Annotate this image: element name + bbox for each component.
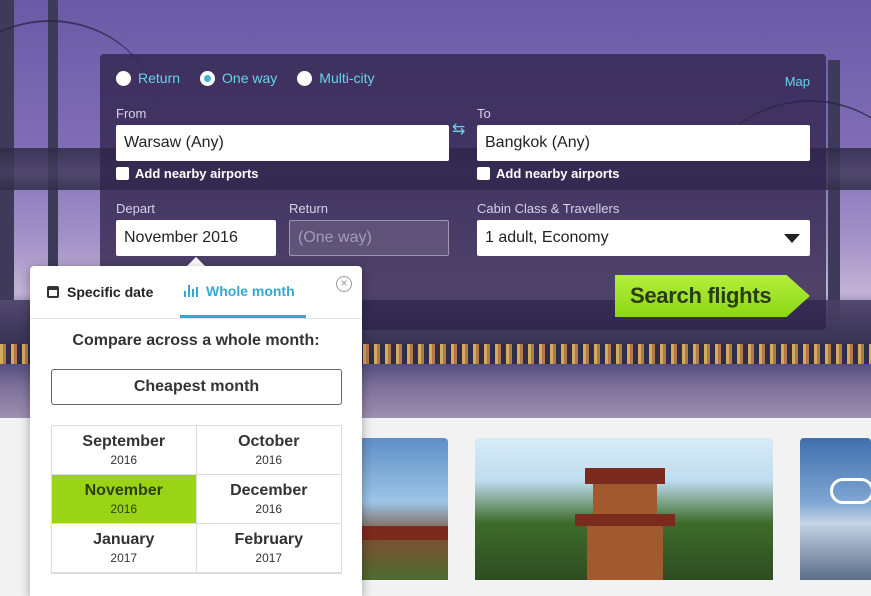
month-year: 2016: [110, 453, 138, 467]
month-name: November: [84, 482, 163, 499]
trip-type-return[interactable]: Return: [116, 70, 180, 86]
month-year: 2017: [110, 551, 138, 565]
month-year: 2017: [255, 551, 283, 565]
date-picker-tabs: Specific date Whole month ×: [30, 266, 362, 319]
trip-type-one-way[interactable]: One way: [200, 70, 277, 86]
month-name: February: [234, 531, 303, 548]
destination-card[interactable]: [800, 438, 871, 580]
compare-title: Compare across a whole month:: [72, 332, 320, 349]
checkbox-box[interactable]: [116, 167, 129, 180]
search-flights-button[interactable]: Search flights: [615, 275, 810, 317]
tab-label: Whole month: [206, 282, 295, 299]
depart-value: November 2016: [124, 229, 238, 246]
multi-city-radio[interactable]: [297, 70, 313, 86]
trip-type-label: One way: [222, 70, 278, 86]
return-input: (One way): [289, 220, 449, 256]
month-cell[interactable]: December 2016: [196, 475, 341, 524]
pagoda-upper: [593, 484, 657, 514]
depart-label: Depart: [116, 201, 156, 216]
month-cell[interactable]: January 2017: [52, 524, 197, 573]
destination-card[interactable]: [475, 438, 773, 580]
checkbox-box[interactable]: [477, 167, 490, 180]
close-icon[interactable]: ×: [336, 276, 352, 292]
month-year: 2016: [255, 502, 283, 516]
from-input[interactable]: Warsaw (Any): [116, 125, 449, 161]
month-cell-selected[interactable]: November 2016: [52, 475, 197, 524]
tab-label: Specific date: [67, 284, 154, 300]
chevron-down-icon: [784, 234, 800, 243]
nearby-airports-from-checkbox[interactable]: Add nearby airports: [116, 166, 259, 181]
cabin-class-select[interactable]: 1 adult, Economy: [477, 220, 810, 256]
nearby-airports-to-checkbox[interactable]: Add nearby airports: [477, 166, 620, 181]
month-name: January: [93, 531, 155, 548]
to-input[interactable]: Bangkok (Any): [477, 125, 810, 161]
return-radio[interactable]: [116, 70, 131, 86]
pagoda-roof: [585, 468, 665, 484]
trip-type-label: Multi-city: [319, 70, 375, 86]
cabin-class-value: 1 adult, Economy: [485, 229, 609, 246]
cheapest-month-button[interactable]: Cheapest month: [51, 369, 342, 405]
date-picker-popup: Specific date Whole month × Compare acro…: [30, 266, 362, 596]
month-cell[interactable]: October 2016: [196, 426, 341, 475]
checkbox-label: Add nearby airports: [496, 166, 620, 181]
trip-type-selector: Return One way Multi-city: [116, 70, 395, 86]
checkbox-label: Add nearby airports: [135, 166, 259, 181]
pagoda-roof-lower: [575, 514, 675, 526]
month-name: December: [230, 482, 308, 499]
bar-chart-icon: [184, 284, 198, 297]
depart-input[interactable]: November 2016: [116, 220, 276, 256]
return-label: Return: [289, 201, 329, 216]
from-label: From: [116, 106, 147, 121]
return-value: (One way): [298, 229, 372, 246]
tab-specific-date[interactable]: Specific date: [47, 266, 153, 318]
month-name: October: [238, 433, 300, 450]
month-year: 2016: [110, 502, 138, 516]
trip-type-label: Return: [138, 70, 181, 86]
swap-airports-icon[interactable]: ⇆: [452, 122, 465, 138]
cloud-icon: [830, 478, 871, 504]
trip-type-multi-city[interactable]: Multi-city: [297, 70, 375, 86]
calendar-icon: [47, 286, 59, 298]
one-way-radio[interactable]: [200, 70, 216, 86]
to-label: To: [477, 106, 491, 121]
month-cell[interactable]: February 2017: [196, 524, 341, 573]
cabin-class-label: Cabin Class & Travellers: [477, 201, 620, 216]
month-cell[interactable]: September 2016: [52, 426, 197, 475]
from-value: Warsaw (Any): [124, 134, 224, 151]
pagoda-gate: [587, 526, 663, 580]
popup-pointer: [187, 257, 205, 266]
map-link[interactable]: Map: [785, 74, 810, 89]
to-value: Bangkok (Any): [485, 134, 590, 151]
month-grid: September 2016 October 2016 November 201…: [51, 425, 342, 574]
temple-roof: [357, 526, 448, 540]
month-year: 2016: [255, 453, 283, 467]
tab-whole-month[interactable]: Whole month: [180, 266, 306, 318]
month-name: September: [82, 433, 166, 450]
